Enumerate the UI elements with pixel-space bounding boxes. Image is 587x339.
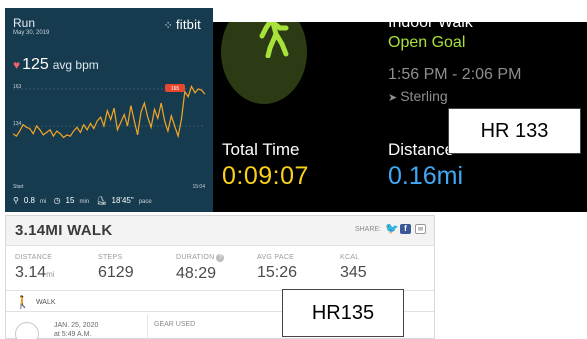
walker-icon: 🚶 [15, 295, 30, 309]
help-icon[interactable]: ? [216, 254, 225, 262]
share-label: SHARE: [354, 225, 381, 233]
twitter-icon[interactable]: 🐦 [385, 224, 399, 235]
email-icon[interactable]: ✉ [415, 224, 426, 234]
stat-label: DISTANCE [15, 254, 53, 261]
location-pin-icon: ⚲ [13, 196, 19, 205]
avg-bpm: ♥ 125 avg bpm [13, 56, 99, 74]
vertical-divider [147, 315, 148, 339]
distance-value: 0.16mi [388, 162, 464, 190]
stat-value: 15:26 [257, 264, 298, 281]
stat-label: AVG PACE [257, 254, 295, 261]
fitbit-logo-text: fitbit [175, 17, 201, 32]
total-time-value: 0:09:07 [222, 162, 309, 190]
distance-label: Distance [388, 140, 455, 159]
stat-value: 345 [340, 264, 367, 281]
fitbit-footer: ⚲ 0.8 mi ◷ 15 min ⛸ 18'45" pace [13, 196, 157, 205]
duration-unit: min [79, 199, 90, 205]
mapmywalk-header: 3.14MI WALK SHARE: 🐦 f ✉ [6, 216, 434, 246]
y-tick-134: 134 [13, 121, 22, 127]
fitbit-logo: ⁘ fitbit [164, 17, 201, 32]
workout-title: Indoor Walk [388, 22, 473, 31]
workout-location-text: Sterling [400, 88, 448, 104]
stat-value: 3.14 [15, 264, 47, 281]
facebook-icon[interactable]: f [400, 224, 411, 234]
stat-unit: mi [46, 270, 55, 279]
screenshot-canvas: Run May 30, 2019 ⁘ fitbit ♥ 125 avg bpm 16… [0, 0, 587, 339]
gear-used-label: GEAR USED [154, 321, 196, 328]
peak-marker-label: 165 [171, 86, 180, 92]
total-time-label: Total Time [222, 140, 300, 159]
x-end-label: 15:04 [192, 184, 205, 190]
activity-type-label: WALK [35, 298, 56, 306]
clock-icon: ◷ [53, 196, 61, 205]
stat-label: DURATION [176, 254, 215, 261]
fitbit-run-card: Run May 30, 2019 ⁘ fitbit ♥ 125 avg bpm 16… [5, 8, 213, 212]
stat-steps: STEPS 6129 [98, 254, 134, 282]
pace-value: 18'45" [111, 196, 134, 205]
pace-unit: pace [138, 199, 152, 205]
walk-badge [221, 22, 307, 104]
avatar[interactable] [15, 322, 39, 339]
activity-title: Run [13, 16, 36, 30]
y-tick-163: 163 [13, 84, 22, 90]
stat-distance: DISTANCE 3.14mi [15, 254, 55, 282]
distance-unit: mi [39, 199, 47, 205]
workout-time-range: 1:56 PM - 2:06 PM [388, 66, 522, 83]
stat-label: STEPS [98, 254, 123, 261]
hr-annotation-2: HR135 [282, 289, 404, 337]
activity-type: 🚶 WALK [15, 295, 56, 309]
heart-rate-line [12, 84, 206, 139]
workout-date: JAN. 25, 2020 at 5:49 A.M. [54, 321, 98, 339]
workout-date-line2: at 5:49 A.M. [54, 331, 92, 338]
fitbit-dots-icon: ⁘ [163, 20, 173, 32]
stat-value: 48:29 [176, 265, 217, 282]
distance-value: 0.8 [23, 196, 35, 205]
stat-label: KCAL [340, 254, 360, 261]
avg-bpm-unit: avg bpm [52, 58, 99, 72]
workout-date-line1: JAN. 25, 2020 [54, 322, 99, 329]
share-bar: SHARE: 🐦 f ✉ [354, 224, 426, 235]
stat-value: 6129 [98, 264, 134, 281]
duration-value: 15 [65, 196, 75, 205]
heart-rate-chart: 163 134 165 Start 15:04 [12, 84, 206, 190]
location-arrow-icon: ➤ [388, 92, 398, 104]
activity-date: May 30, 2019 [13, 30, 50, 36]
heart-icon: ♥ [13, 58, 21, 72]
stat-avg-pace: AVG PACE 15:26 [257, 254, 297, 282]
avg-bpm-value: 125 [22, 56, 49, 73]
workout-goal: Open Goal [388, 34, 466, 51]
walk-title: 3.14MI WALK [15, 222, 113, 239]
shoe-icon: ⛸ [96, 196, 107, 205]
x-start-label: Start [13, 184, 24, 190]
workout-location: ➤ Sterling [388, 88, 448, 104]
walking-person-icon [259, 22, 289, 58]
stat-duration: DURATION? 48:29 [176, 254, 225, 283]
hr-annotation-1: HR 133 [448, 108, 581, 154]
stat-kcal: KCAL 345 [340, 254, 367, 282]
